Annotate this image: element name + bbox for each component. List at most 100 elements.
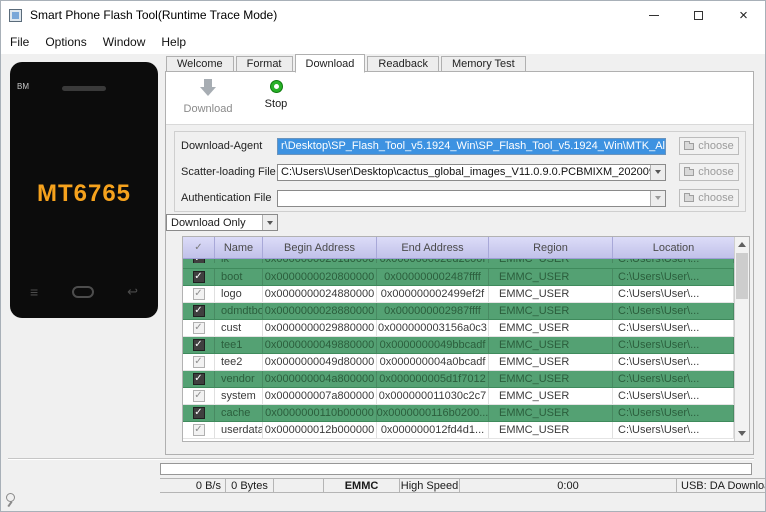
cell-location: C:\Users\User\...: [613, 337, 734, 353]
flash-progress-bar: [160, 463, 752, 475]
download-tab-page: Download Stop Download-Agent r\Desktop\S…: [165, 71, 754, 455]
scatter-file-choose-button[interactable]: choose: [679, 163, 739, 181]
cell-end-address: 0x000000002487ffff: [377, 269, 489, 285]
table-row[interactable]: userdata 0x000000012b000000 0x000000012f…: [183, 422, 734, 439]
table-row[interactable]: logo 0x0000000024880000 0x000000002499ef…: [183, 286, 734, 303]
table-scrollbar[interactable]: [734, 237, 749, 441]
table-row[interactable]: odmdtbo 0x0000000028880000 0x00000000298…: [183, 303, 734, 320]
download-button-label: Download: [183, 103, 233, 115]
scroll-up-button[interactable]: [735, 237, 749, 252]
cell-region: EMMC_USER: [489, 320, 613, 336]
cell-location: C:\Users\User\...: [613, 269, 734, 285]
cell-partition-name: tee2: [215, 354, 263, 370]
row-checkbox[interactable]: [192, 373, 205, 385]
download-agent-input[interactable]: r\Desktop\SP_Flash_Tool_v5.1924_Win\SP_F…: [277, 137, 666, 155]
cell-begin-address: 0x000000007a800000: [263, 388, 377, 404]
scroll-down-icon: [738, 431, 746, 436]
cell-partition-name: odmdtbo: [215, 303, 263, 319]
download-button[interactable]: Download: [178, 77, 238, 115]
row-checkbox[interactable]: [192, 356, 205, 368]
row-checkbox[interactable]: [192, 288, 205, 300]
table-row[interactable]: tee1 0x0000000049880000 0x0000000049bbca…: [183, 337, 734, 354]
status-bar: 0 B/s 0 Bytes EMMC High Speed 0:00 USB: DA Do…: [160, 478, 766, 493]
row-checkbox[interactable]: [192, 271, 205, 283]
cell-region: EMMC_USER: [489, 303, 613, 319]
status-segment: 0 Bytes: [226, 478, 274, 493]
window-title: Smart Phone Flash Tool(Runtime Trace Mod…: [30, 8, 278, 22]
table-row[interactable]: system 0x000000007a800000 0x000000011030…: [183, 388, 734, 405]
status-segment: 0:00: [460, 478, 677, 493]
download-arrow-icon: [200, 79, 216, 97]
scatter-file-input[interactable]: C:\Users\User\Desktop\cactus_global_imag…: [277, 163, 666, 181]
menu-item[interactable]: Help: [153, 32, 194, 52]
dropdown-arrow-icon[interactable]: [262, 215, 277, 230]
cell-end-address: 0x000000011030c2c7: [377, 388, 489, 404]
phone-speaker: [62, 86, 106, 91]
tab[interactable]: Download: [294, 54, 366, 73]
scroll-down-button[interactable]: [735, 426, 749, 441]
cell-begin-address: 0x0000000020800000: [263, 269, 377, 285]
scatter-file-row: Scatter-loading File C:\Users\User\Deskt…: [181, 162, 739, 182]
choose-button-label: choose: [698, 166, 734, 178]
table-row[interactable]: cust 0x0000000029880000 0x000000003156a0…: [183, 320, 734, 337]
auth-file-row: Authentication File choose: [181, 188, 739, 208]
table-row[interactable]: lk 0x00000000201d0000 0x000000002ed2c00f…: [183, 259, 734, 269]
auth-file-input[interactable]: [277, 189, 666, 207]
stop-button[interactable]: Stop: [246, 77, 306, 110]
table-row[interactable]: vendor 0x000000004a800000 0x000000005d1f…: [183, 371, 734, 388]
menu-nav-icon: ≡: [30, 284, 39, 300]
status-divider: [8, 458, 754, 460]
menu-bar: File Options Window Help: [0, 30, 766, 54]
tab[interactable]: Welcome: [166, 56, 234, 71]
tab[interactable]: Readback: [367, 56, 439, 71]
folder-icon: [684, 192, 695, 202]
cell-location: C:\Users\User\...: [613, 354, 734, 370]
minimize-button[interactable]: [631, 0, 676, 30]
cell-location: C:\Users\User\...: [613, 422, 734, 438]
tab[interactable]: Memory Test: [440, 56, 526, 71]
dropdown-arrow-icon[interactable]: [650, 164, 665, 180]
row-checkbox[interactable]: [192, 390, 205, 402]
cell-location: C:\Users\User\...: [613, 320, 734, 336]
download-mode-value: Download Only: [171, 217, 246, 229]
table-row[interactable]: cache 0x0000000110b00000 0x0000000116b02…: [183, 405, 734, 422]
dropdown-arrow-icon[interactable]: [650, 190, 665, 206]
header-begin-address: Begin Address: [263, 237, 377, 258]
scrollbar-thumb[interactable]: [736, 253, 748, 299]
cell-partition-name: cust: [215, 320, 263, 336]
auth-file-label: Authentication File: [181, 192, 272, 204]
row-checkbox[interactable]: [192, 305, 205, 317]
download-agent-choose-button[interactable]: choose: [679, 137, 739, 155]
row-checkbox[interactable]: [192, 407, 205, 419]
row-checkbox[interactable]: [192, 259, 205, 263]
tab[interactable]: Format: [235, 56, 293, 71]
choose-button-label: choose: [698, 192, 734, 204]
cell-end-address: 0x000000002499ef2f: [377, 286, 489, 302]
row-checkbox[interactable]: [192, 424, 205, 436]
chipset-label: MT6765: [36, 180, 132, 207]
cell-region: EMMC_USER: [489, 388, 613, 404]
maximize-button[interactable]: [676, 0, 721, 30]
auth-file-choose-button[interactable]: choose: [679, 189, 739, 207]
download-mode-select[interactable]: Download Only: [166, 214, 278, 231]
cell-begin-address: 0x0000000049880000: [263, 337, 377, 353]
header-end-address: End Address: [377, 237, 489, 258]
menu-item[interactable]: File: [2, 32, 37, 52]
cell-location: C:\Users\User\...: [613, 405, 734, 421]
cell-partition-name: lk: [215, 259, 263, 263]
table-row[interactable]: tee2 0x0000000049d80000 0x000000004a0bca…: [183, 354, 734, 371]
table-row[interactable]: boot 0x0000000020800000 0x000000002487ff…: [183, 269, 734, 286]
cell-begin-address: 0x000000012b000000: [263, 422, 377, 438]
row-checkbox[interactable]: [192, 339, 205, 351]
row-checkbox[interactable]: [192, 322, 205, 334]
home-nav-icon: [71, 286, 94, 298]
phone-nav-bar: ≡ ↩: [10, 284, 158, 300]
close-button[interactable]: ×: [721, 0, 766, 30]
app-icon: [9, 8, 22, 22]
menu-item[interactable]: Window: [95, 32, 154, 52]
cell-end-address: 0x000000012fd4d1...: [377, 422, 489, 438]
cell-end-address: 0x000000005d1f7012: [377, 371, 489, 387]
menu-item[interactable]: Options: [37, 32, 94, 52]
corner-grip-icon: [4, 493, 16, 507]
status-segment: 0 B/s: [160, 478, 226, 493]
